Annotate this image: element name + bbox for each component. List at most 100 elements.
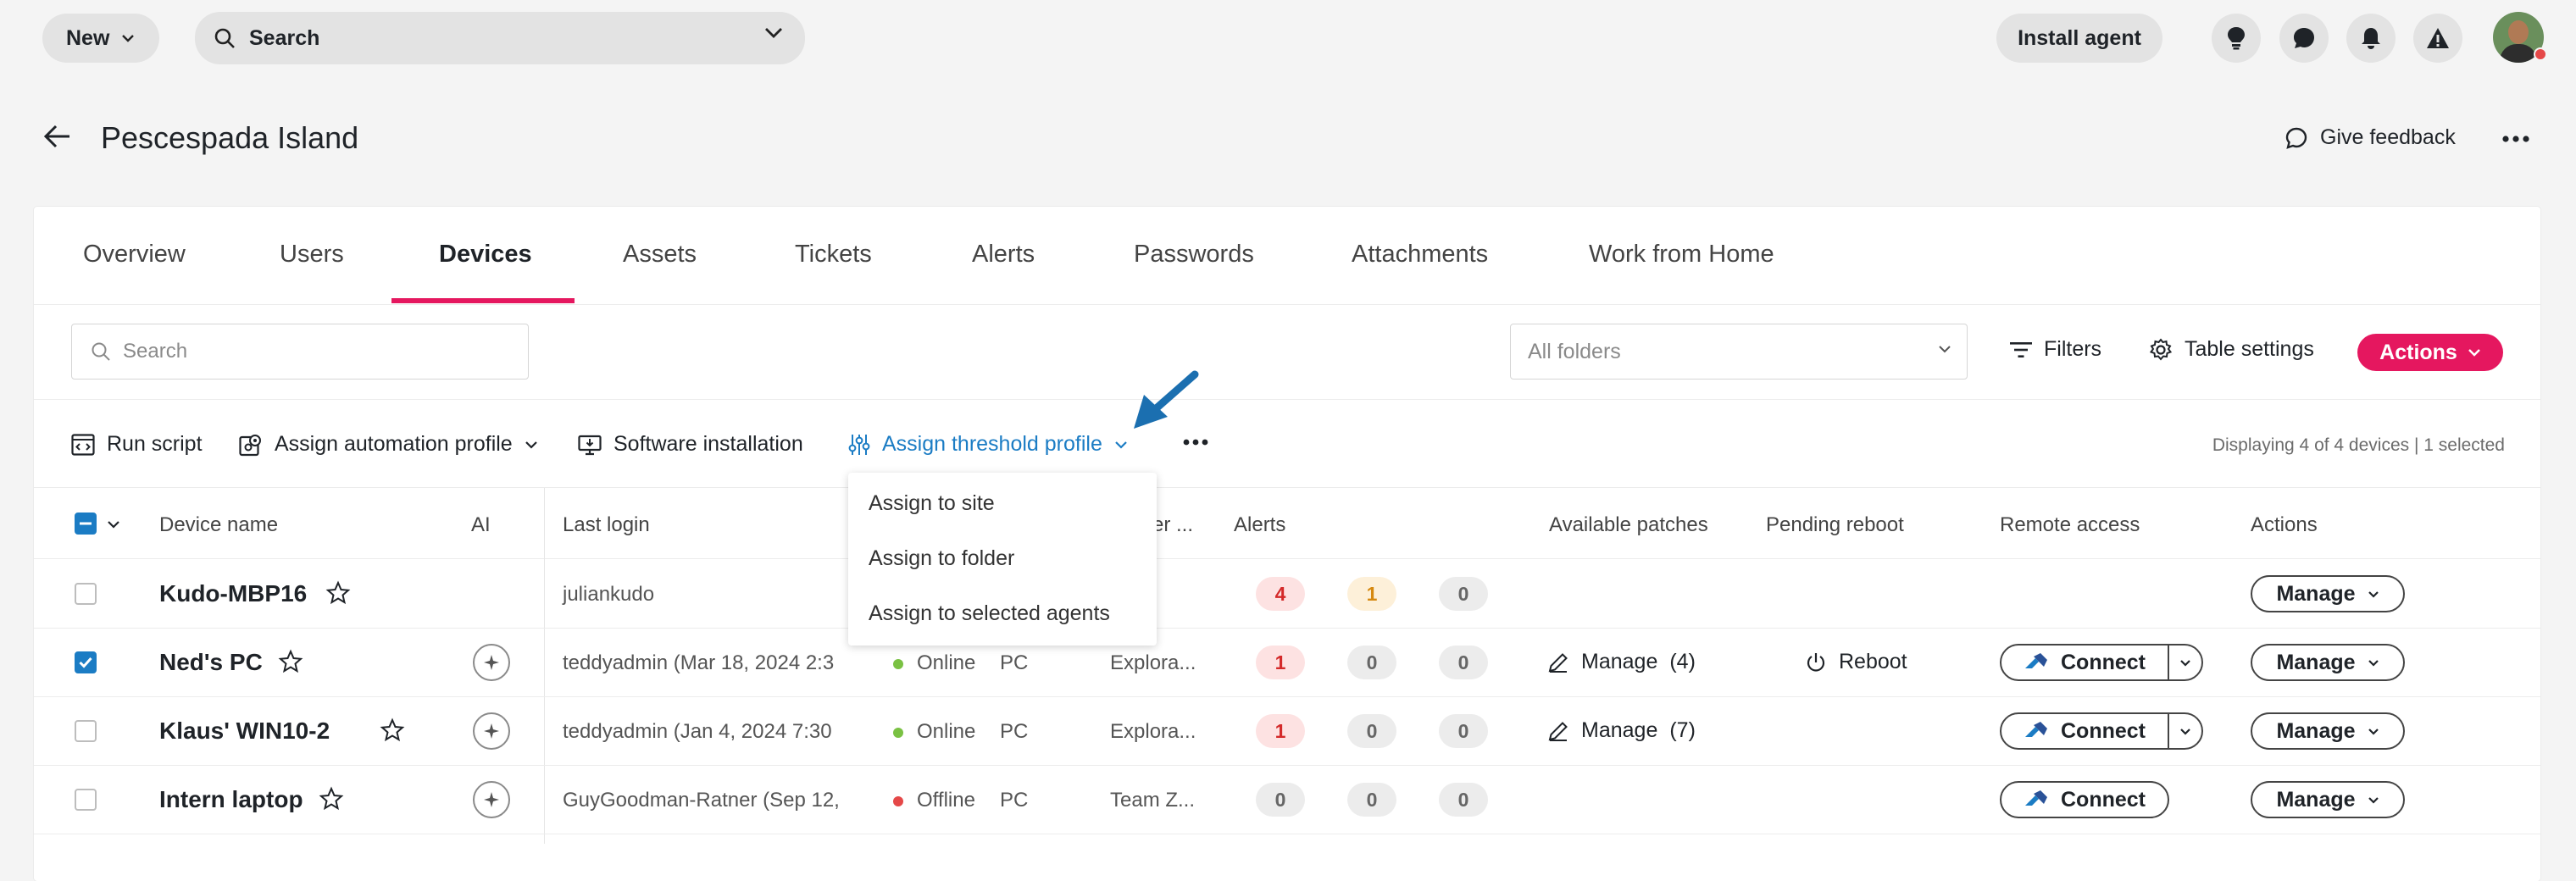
- pointer-arrow-icon: [1134, 370, 1199, 429]
- menu-item-assign-to-site[interactable]: Assign to site: [869, 491, 995, 516]
- star-icon[interactable]: [278, 649, 303, 674]
- alert-info-badge[interactable]: 0: [1439, 714, 1488, 748]
- col-ai[interactable]: AI: [471, 513, 491, 537]
- star-icon[interactable]: [380, 718, 405, 743]
- device-name[interactable]: Klaus' WIN10-2: [159, 718, 330, 745]
- chevron-down-icon[interactable]: [107, 520, 120, 529]
- global-search-label: Search: [249, 25, 320, 50]
- tab-work-from-home[interactable]: Work from Home: [1589, 241, 1774, 269]
- alert-critical-badge[interactable]: 1: [1256, 646, 1305, 679]
- connect-options-button[interactable]: [2168, 646, 2201, 679]
- alert-warning-badge[interactable]: 0: [1347, 714, 1396, 748]
- alert-info-badge[interactable]: 0: [1439, 646, 1488, 679]
- arrow-left-icon: [43, 125, 69, 148]
- alert-warning-badge[interactable]: 1: [1347, 577, 1396, 611]
- row-checkbox[interactable]: [75, 651, 97, 673]
- folders-select[interactable]: All folders: [1510, 324, 1968, 380]
- install-agent-button[interactable]: Install agent: [1996, 14, 2162, 63]
- search-icon: [214, 28, 235, 48]
- ai-assist-button[interactable]: [473, 644, 510, 681]
- avatar-body: [2500, 44, 2537, 63]
- alert-critical-badge[interactable]: 0: [1256, 783, 1305, 817]
- manage-button[interactable]: Manage: [2251, 575, 2405, 612]
- device-search-input[interactable]: Search: [71, 324, 529, 380]
- alert-info-badge[interactable]: 0: [1439, 783, 1488, 817]
- connect-main[interactable]: Connect: [2001, 714, 2168, 748]
- col-pending-reboot[interactable]: Pending reboot: [1766, 513, 1904, 537]
- star-icon[interactable]: [319, 786, 344, 812]
- tab-users[interactable]: Users: [280, 241, 344, 269]
- give-feedback-button[interactable]: Give feedback: [2285, 125, 2456, 150]
- star-icon[interactable]: [325, 580, 351, 606]
- connect-button[interactable]: Connect: [2000, 712, 2203, 750]
- connect-button[interactable]: Connect: [2000, 644, 2203, 681]
- device-name[interactable]: Ned's PC: [159, 649, 263, 676]
- alert-critical-badge[interactable]: 1: [1256, 714, 1305, 748]
- col-remote-access[interactable]: Remote access: [2000, 513, 2140, 537]
- device-name[interactable]: Intern laptop: [159, 786, 303, 813]
- table-settings-button[interactable]: Table settings: [2149, 337, 2314, 362]
- tab-alerts[interactable]: Alerts: [972, 241, 1035, 269]
- tab-assets[interactable]: Assets: [623, 241, 697, 269]
- offline-dot: [893, 795, 903, 806]
- ai-assist-button[interactable]: [473, 781, 510, 818]
- manage-button[interactable]: Manage: [2251, 781, 2405, 818]
- manage-patches-button[interactable]: Manage (4): [1547, 650, 1696, 674]
- tab-overview[interactable]: Overview: [83, 241, 186, 269]
- tab-passwords[interactable]: Passwords: [1134, 241, 1254, 269]
- col-device-name[interactable]: Device name: [159, 513, 278, 537]
- filters-button[interactable]: Filters: [2010, 337, 2101, 362]
- actions-button[interactable]: Actions: [2357, 334, 2503, 371]
- threshold-profile-menu: Assign to site Assign to folder Assign t…: [848, 473, 1157, 646]
- more-options-button[interactable]: [2501, 125, 2530, 143]
- bell-icon: [2362, 28, 2380, 49]
- minus-icon: [80, 522, 92, 525]
- ai-assist-button[interactable]: [473, 712, 510, 750]
- chat-button[interactable]: [2279, 14, 2329, 63]
- col-available-patches[interactable]: Available patches: [1549, 513, 1708, 537]
- row-checkbox[interactable]: [75, 720, 97, 742]
- reboot-button[interactable]: Reboot: [1805, 650, 1907, 674]
- assign-automation-profile-button[interactable]: Assign automation profile: [239, 432, 538, 457]
- alert-critical-badge[interactable]: 4: [1256, 577, 1305, 611]
- row-checkbox[interactable]: [75, 789, 97, 811]
- alert-warning-badge[interactable]: 0: [1347, 783, 1396, 817]
- select-all-checkbox[interactable]: [75, 513, 97, 535]
- col-alerts[interactable]: Alerts: [1234, 513, 1285, 537]
- col-actions[interactable]: Actions: [2251, 513, 2318, 537]
- manage-patches-button[interactable]: Manage (7): [1547, 718, 1696, 743]
- software-installation-button[interactable]: Software installation: [578, 432, 803, 457]
- assign-threshold-profile-button[interactable]: Assign threshold profile: [848, 432, 1128, 457]
- new-button[interactable]: New: [42, 14, 159, 63]
- global-search[interactable]: Search: [195, 12, 805, 64]
- connect-button[interactable]: Connect: [2000, 781, 2169, 818]
- device-type: PC: [1000, 720, 1029, 743]
- alerts-button[interactable]: [2413, 14, 2462, 63]
- row-checkbox[interactable]: [75, 583, 97, 605]
- device-search-placeholder: Search: [123, 340, 188, 363]
- manage-button[interactable]: Manage: [2251, 712, 2405, 750]
- manage-label: Manage: [2276, 718, 2356, 743]
- lightbulb-button[interactable]: [2212, 14, 2261, 63]
- tab-devices[interactable]: Devices: [439, 241, 532, 269]
- devices-card: Overview Users Devices Assets Tickets Al…: [34, 207, 2540, 881]
- chevron-down-icon: [2368, 728, 2379, 735]
- col-partial[interactable]: er ...: [1152, 513, 1193, 537]
- notifications-button[interactable]: [2346, 14, 2396, 63]
- tab-attachments[interactable]: Attachments: [1352, 241, 1488, 269]
- connect-options-button[interactable]: [2168, 714, 2201, 748]
- alert-warning-badge[interactable]: 0: [1347, 646, 1396, 679]
- back-button[interactable]: [42, 124, 71, 153]
- alert-info-badge[interactable]: 0: [1439, 577, 1488, 611]
- menu-item-assign-to-folder[interactable]: Assign to folder: [869, 546, 1014, 571]
- device-name[interactable]: Kudo-MBP16: [159, 580, 307, 607]
- warning-icon: [2427, 28, 2449, 48]
- tab-tickets[interactable]: Tickets: [795, 241, 872, 269]
- chevron-down-icon: [2180, 728, 2190, 735]
- menu-item-assign-to-selected-agents[interactable]: Assign to selected agents: [869, 601, 1110, 626]
- run-script-button[interactable]: Run script: [71, 432, 203, 457]
- manage-button[interactable]: Manage: [2251, 644, 2405, 681]
- col-last-login[interactable]: Last login: [563, 513, 650, 537]
- connect-main[interactable]: Connect: [2001, 783, 2168, 817]
- connect-main[interactable]: Connect: [2001, 646, 2168, 679]
